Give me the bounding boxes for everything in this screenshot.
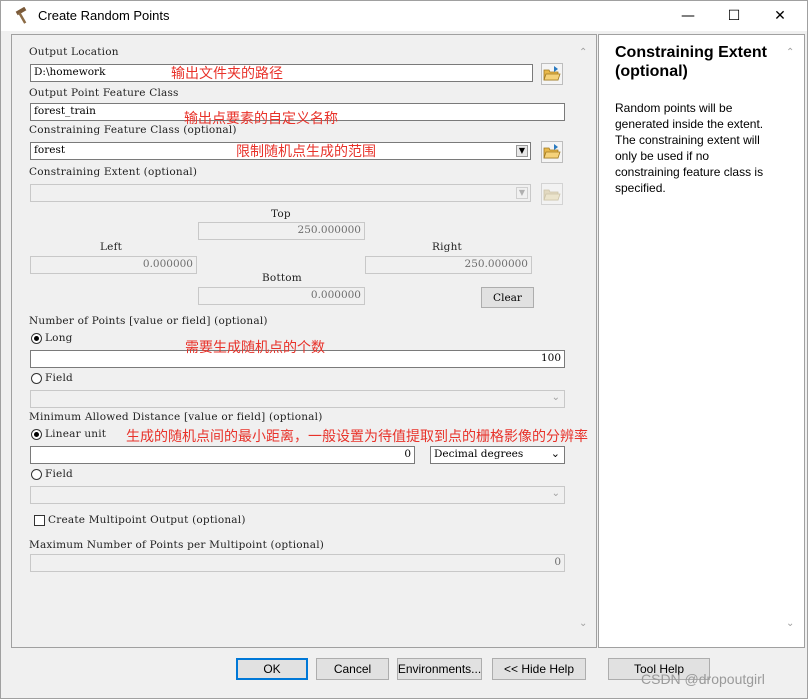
folder-open-icon — [543, 189, 561, 201]
min-distance-unit-select[interactable]: Decimal degrees ⌄ — [430, 446, 565, 464]
min-distance-linear-input[interactable]: 0 — [30, 446, 415, 464]
number-of-points-field-label: Field — [45, 372, 73, 384]
create-multipoint-checkbox[interactable] — [34, 515, 45, 526]
hide-help-button[interactable]: << Hide Help — [492, 658, 586, 680]
chevron-down-icon: ⌄ — [551, 392, 560, 403]
annotation-output-feature-class: 输出点要素的自定义名称 — [184, 111, 338, 127]
number-of-points-label: Number of Points [value or field] (optio… — [29, 315, 268, 327]
help-body: Random points will be generated inside t… — [615, 101, 764, 195]
number-of-points-field-select: ⌄ — [30, 390, 565, 408]
title-bar: Create Random Points — ☐ ✕ — [1, 1, 807, 31]
chevron-down-icon: ▼ — [516, 187, 528, 199]
annotation-output-location: 输出文件夹的路径 — [171, 66, 283, 82]
ok-button[interactable]: OK — [236, 658, 308, 680]
minimize-button[interactable]: — — [665, 1, 711, 31]
constraining-extent-select: ▼ — [30, 184, 531, 202]
chevron-down-icon: ⌄ — [551, 488, 560, 499]
watermark: CSDN @dropoutgirl — [641, 671, 765, 687]
number-of-points-long-radio[interactable] — [31, 333, 42, 344]
min-distance-field-select: ⌄ — [30, 486, 565, 504]
number-of-points-long-label: Long — [45, 332, 73, 344]
max-points-per-multipoint-input: 0 — [30, 554, 565, 572]
max-points-per-multipoint-label: Maximum Number of Points per Multipoint … — [29, 539, 325, 551]
folder-open-icon — [543, 144, 561, 159]
min-distance-unit-value: Decimal degrees — [434, 448, 524, 460]
output-location-label: Output Location — [29, 46, 119, 58]
constraining-extent-label: Constraining Extent (optional) — [29, 166, 198, 178]
parameters-panel: Output Location D:\homework Output Point… — [11, 34, 597, 648]
folder-open-icon — [543, 66, 561, 81]
extent-right-input: 250.000000 — [365, 256, 532, 274]
environments-button[interactable]: Environments... — [397, 658, 482, 680]
help-scroll-down-arrow[interactable]: ⌄ — [786, 618, 794, 629]
constraining-feature-class-value: forest — [34, 144, 66, 156]
min-distance-field-label: Field — [45, 468, 73, 480]
constraining-feature-class-browse-button[interactable] — [541, 141, 563, 163]
extent-bottom-input: 0.000000 — [198, 287, 365, 305]
min-distance-linear-radio[interactable] — [31, 429, 42, 440]
min-distance-linear-label: Linear unit — [45, 428, 107, 440]
extent-clear-button[interactable]: Clear — [481, 287, 534, 308]
window-title: Create Random Points — [38, 8, 170, 23]
chevron-down-icon[interactable]: ⌄ — [551, 447, 560, 460]
chevron-down-icon[interactable]: ▼ — [516, 145, 528, 157]
help-scroll-up-arrow[interactable]: ⌃ — [786, 47, 794, 58]
hammer-icon — [15, 7, 27, 24]
extent-top-label: Top — [271, 208, 291, 220]
extent-bottom-label: Bottom — [262, 272, 302, 284]
help-title: Constraining Extent (optional) — [615, 44, 768, 80]
annotation-min-distance: 生成的随机点间的最小距离，一般设置为待值提取到点的栅格影像的分辨率 — [126, 429, 588, 445]
min-distance-field-radio[interactable] — [31, 469, 42, 480]
maximize-button[interactable]: ☐ — [711, 1, 757, 31]
number-of-points-field-radio[interactable] — [31, 373, 42, 384]
create-multipoint-label: Create Multipoint Output (optional) — [48, 514, 246, 526]
close-button[interactable]: ✕ — [757, 1, 803, 31]
min-distance-label: Minimum Allowed Distance [value or field… — [29, 411, 323, 423]
annotation-constraining-feature: 限制随机点生成的范围 — [236, 144, 376, 160]
create-random-points-window: Create Random Points — ☐ ✕ Output Locati… — [0, 0, 808, 699]
extent-left-label: Left — [100, 241, 123, 253]
scroll-down-arrow[interactable]: ⌄ — [579, 618, 587, 629]
output-location-browse-button[interactable] — [541, 63, 563, 85]
scroll-up-arrow[interactable]: ⌃ — [579, 47, 587, 58]
annotation-number-of-points: 需要生成随机点的个数 — [185, 340, 325, 356]
extent-top-input: 250.000000 — [198, 222, 365, 240]
help-panel: Constraining Extent (optional) Random po… — [598, 34, 805, 648]
constraining-extent-browse-button — [541, 183, 563, 205]
extent-left-input: 0.000000 — [30, 256, 197, 274]
output-feature-class-label: Output Point Feature Class — [29, 87, 179, 99]
cancel-button[interactable]: Cancel — [316, 658, 389, 680]
extent-right-label: Right — [432, 241, 462, 253]
